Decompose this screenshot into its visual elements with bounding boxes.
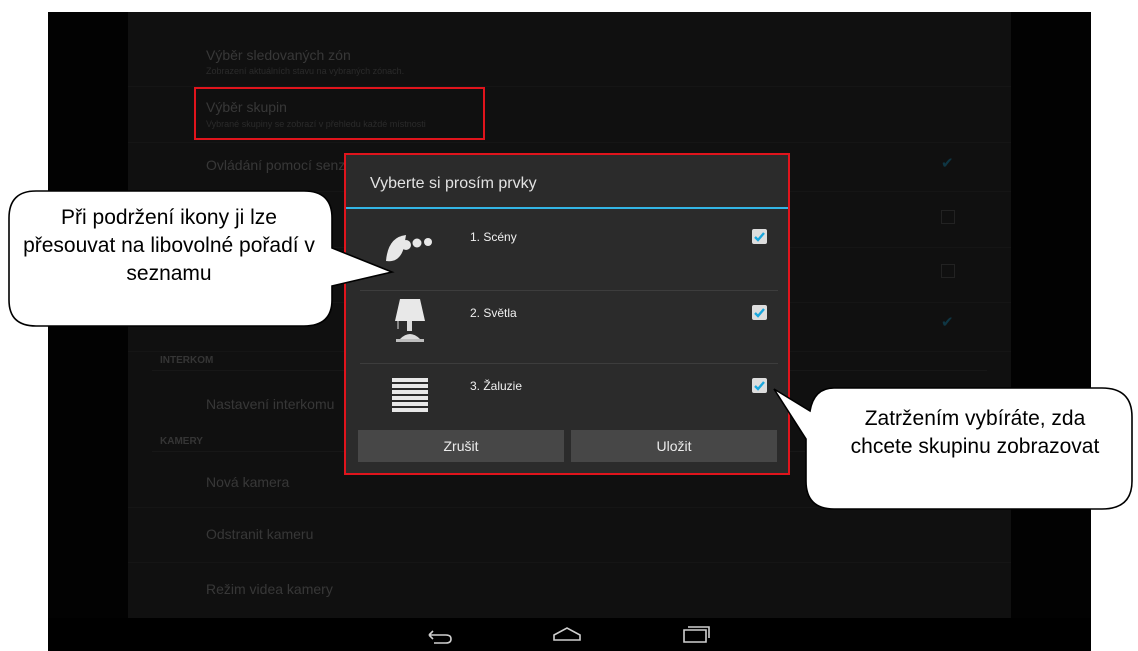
navigation-bar (48, 618, 1091, 651)
home-icon[interactable] (551, 625, 583, 643)
highlight-dialog (344, 153, 790, 475)
back-icon[interactable] (424, 626, 454, 644)
callout-left-text: Při podržení ikony ji lze přesouvat na l… (23, 206, 315, 285)
recent-apps-icon[interactable] (681, 624, 711, 644)
callout-right-text: Zatržením vybíráte, zda chcete skupinu z… (850, 407, 1100, 458)
highlight-select-groups (194, 87, 485, 140)
